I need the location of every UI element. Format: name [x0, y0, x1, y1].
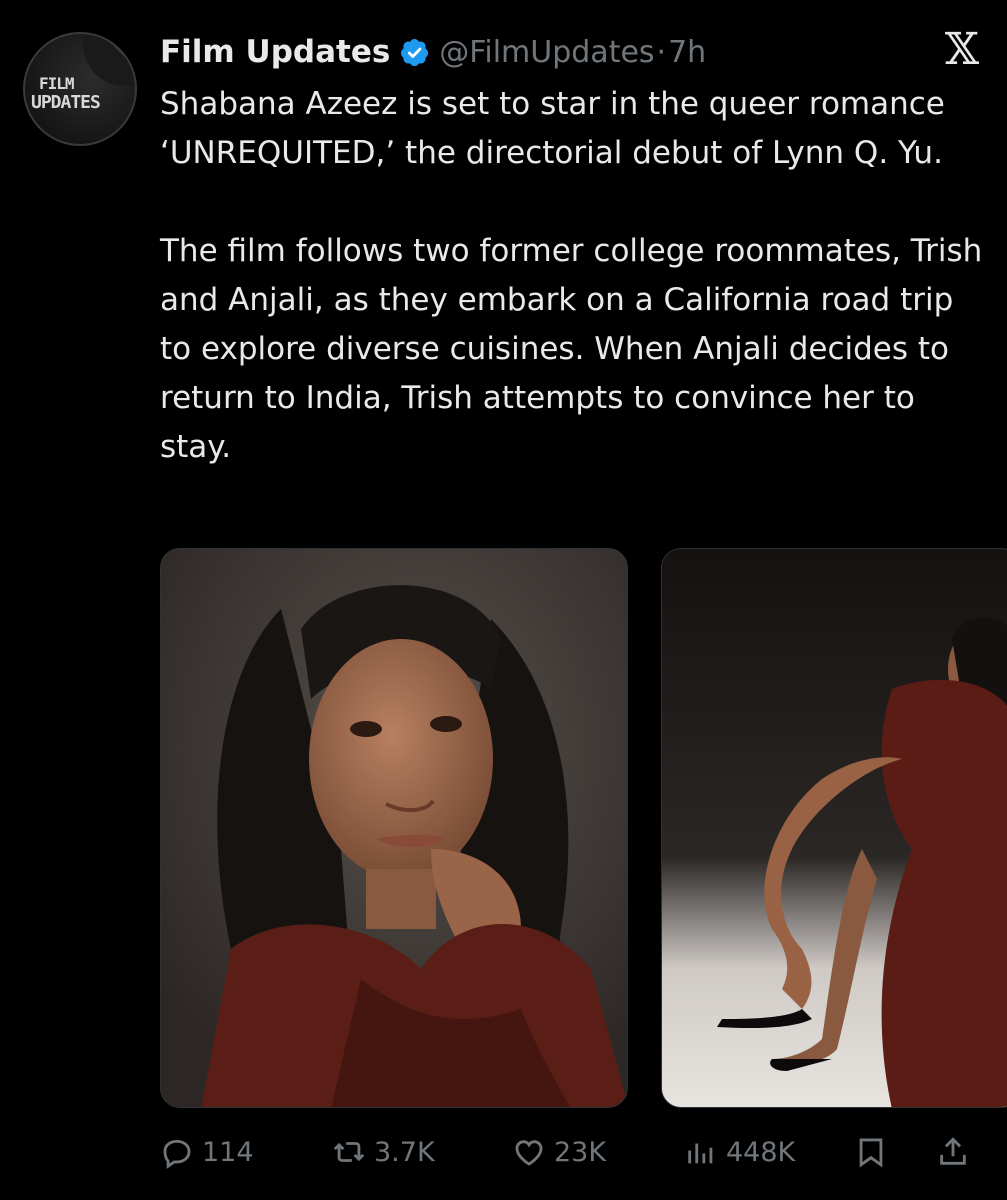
repost-button[interactable]: 3.7K [332, 1130, 435, 1174]
author-name[interactable]: Film Updates [160, 34, 390, 70]
tweet-paragraph: The film follows two former college room… [160, 233, 983, 465]
author-handle[interactable]: @FilmUpdates [439, 35, 654, 70]
media-photo-2[interactable] [661, 548, 1007, 1108]
views-count: 448K [726, 1136, 796, 1168]
tweet-header: Film Updates @FilmUpdates · 7h [160, 26, 706, 78]
portrait-illustration-2 [662, 549, 1007, 1107]
portrait-illustration-1 [161, 549, 627, 1107]
time-separator: · [656, 34, 667, 70]
like-count: 23K [554, 1136, 607, 1168]
x-logo-icon: 𝕏 [944, 24, 979, 75]
avatar[interactable]: FILM UPDATES [23, 32, 137, 146]
heart-icon [515, 1140, 543, 1166]
tweet-paragraph: Shabana Azeez is set to star in the quee… [160, 86, 945, 171]
share-icon [940, 1137, 966, 1165]
media-photo-1[interactable] [160, 548, 628, 1108]
tweet-body: Shabana Azeez is set to star in the quee… [160, 80, 990, 472]
avatar-page-curl [83, 34, 135, 86]
verified-badge-icon [401, 38, 429, 66]
repost-icon [333, 1142, 365, 1162]
repost-count: 3.7K [374, 1136, 435, 1168]
avatar-logo-line1: FILM [39, 74, 75, 93]
like-button[interactable]: 23K [512, 1130, 606, 1174]
bookmark-button[interactable] [854, 1130, 888, 1174]
reply-button[interactable]: 114 [160, 1130, 254, 1174]
avatar-logo-line2: UPDATES [31, 92, 101, 113]
reply-count: 114 [202, 1136, 254, 1168]
reply-icon [163, 1139, 191, 1169]
views-icon [688, 1143, 713, 1164]
bookmark-icon [859, 1138, 883, 1168]
action-bar: 114 3.7K 23K 448K [160, 1130, 980, 1174]
views-button[interactable]: 448K [684, 1130, 795, 1174]
post-time[interactable]: 7h [668, 35, 706, 70]
share-button[interactable] [936, 1130, 970, 1174]
